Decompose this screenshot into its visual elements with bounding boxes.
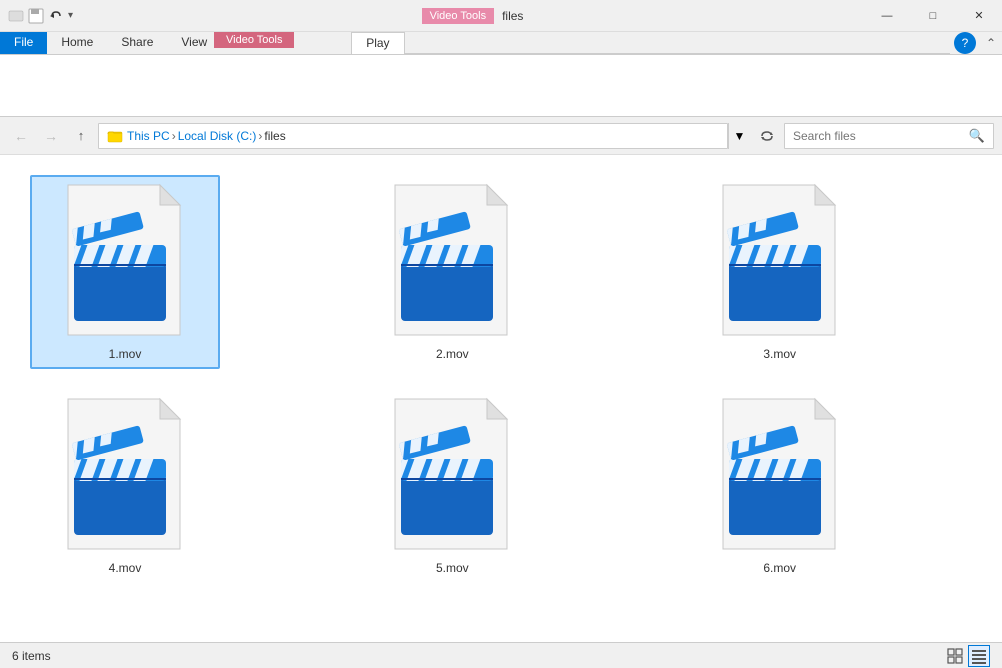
forward-button[interactable]: →: [38, 123, 64, 149]
file-name: 2.mov: [436, 347, 469, 361]
status-bar: 6 items: [0, 642, 1002, 668]
folder-icon: [107, 128, 123, 144]
mov-file-icon: [387, 183, 517, 338]
mov-file-icon: [715, 397, 845, 552]
address-dropdown[interactable]: ▼: [728, 123, 750, 149]
quick-access-icon: [8, 8, 24, 24]
mov-file-icon: [60, 183, 190, 338]
search-icon: 🔍: [969, 128, 985, 144]
files-grid: 1.mov: [20, 165, 982, 593]
search-box[interactable]: 🔍: [784, 123, 994, 149]
close-button[interactable]: ✕: [956, 0, 1002, 32]
file-icon-wrap: [60, 397, 190, 557]
file-icon-wrap: [60, 183, 190, 343]
file-item[interactable]: 5.mov: [357, 389, 547, 583]
details-icon: [971, 648, 987, 664]
mov-file-icon: [387, 397, 517, 552]
file-name: 1.mov: [109, 347, 142, 361]
ribbon-expand-icon[interactable]: ⌃: [980, 32, 1002, 54]
mov-file-icon: [60, 397, 190, 552]
main-content: 1.mov: [0, 155, 1002, 642]
ribbon: File Home Share View Video Tools Play ? …: [0, 32, 1002, 117]
view-controls: [944, 645, 990, 667]
tab-play[interactable]: Play: [351, 32, 404, 54]
title-bar: ▾ Video Tools files — □ ✕: [0, 0, 1002, 32]
details-view-button[interactable]: [968, 645, 990, 667]
tab-home[interactable]: Home: [47, 32, 107, 54]
maximize-button[interactable]: □: [910, 0, 956, 32]
file-item[interactable]: 2.mov: [357, 175, 547, 369]
address-bar: ← → ↑ This PC › Local Disk (C:) › files …: [0, 117, 1002, 155]
title-bar-app-icons: ▾: [0, 8, 81, 24]
file-name: 4.mov: [109, 561, 142, 575]
customise-icon[interactable]: ▾: [68, 10, 73, 21]
ribbon-help-icon[interactable]: ?: [954, 32, 976, 54]
file-item[interactable]: 6.mov: [685, 389, 875, 583]
tab-file[interactable]: File: [0, 32, 47, 54]
file-icon-wrap: [715, 183, 845, 343]
title-bar-filename: files: [502, 9, 523, 23]
address-path[interactable]: This PC › Local Disk (C:) › files: [98, 123, 728, 149]
search-input[interactable]: [793, 129, 969, 143]
file-icon-wrap: [715, 397, 845, 557]
back-button[interactable]: ←: [8, 123, 34, 149]
file-name: 6.mov: [763, 561, 796, 575]
mov-file-icon: [715, 183, 845, 338]
file-icon-wrap: [387, 397, 517, 557]
undo-icon[interactable]: [48, 8, 64, 24]
path-current-folder: files: [264, 129, 285, 143]
up-button[interactable]: ↑: [68, 123, 94, 149]
title-bar-video-tools: Video Tools: [422, 8, 494, 24]
large-icons-icon: [947, 648, 963, 664]
file-item[interactable]: 1.mov: [30, 175, 220, 369]
ribbon-content: [0, 54, 1002, 116]
file-name: 3.mov: [763, 347, 796, 361]
ribbon-tab-row: File Home Share View Video Tools Play ? …: [0, 32, 1002, 54]
large-icons-view-button[interactable]: [944, 645, 966, 667]
file-item[interactable]: 3.mov: [685, 175, 875, 369]
path-this-pc[interactable]: This PC: [127, 129, 170, 143]
item-count: 6 items: [12, 649, 51, 663]
file-icon-wrap: [387, 183, 517, 343]
file-name: 5.mov: [436, 561, 469, 575]
refresh-icon: [760, 129, 774, 143]
tab-share[interactable]: Share: [107, 32, 167, 54]
save-icon[interactable]: [28, 8, 44, 24]
minimize-button[interactable]: —: [864, 0, 910, 32]
file-item[interactable]: 4.mov: [30, 389, 220, 583]
path-local-disk[interactable]: Local Disk (C:): [178, 129, 257, 143]
video-tools-label: Video Tools: [214, 32, 294, 48]
window-controls: — □ ✕: [864, 0, 1002, 32]
refresh-button[interactable]: [754, 123, 780, 149]
